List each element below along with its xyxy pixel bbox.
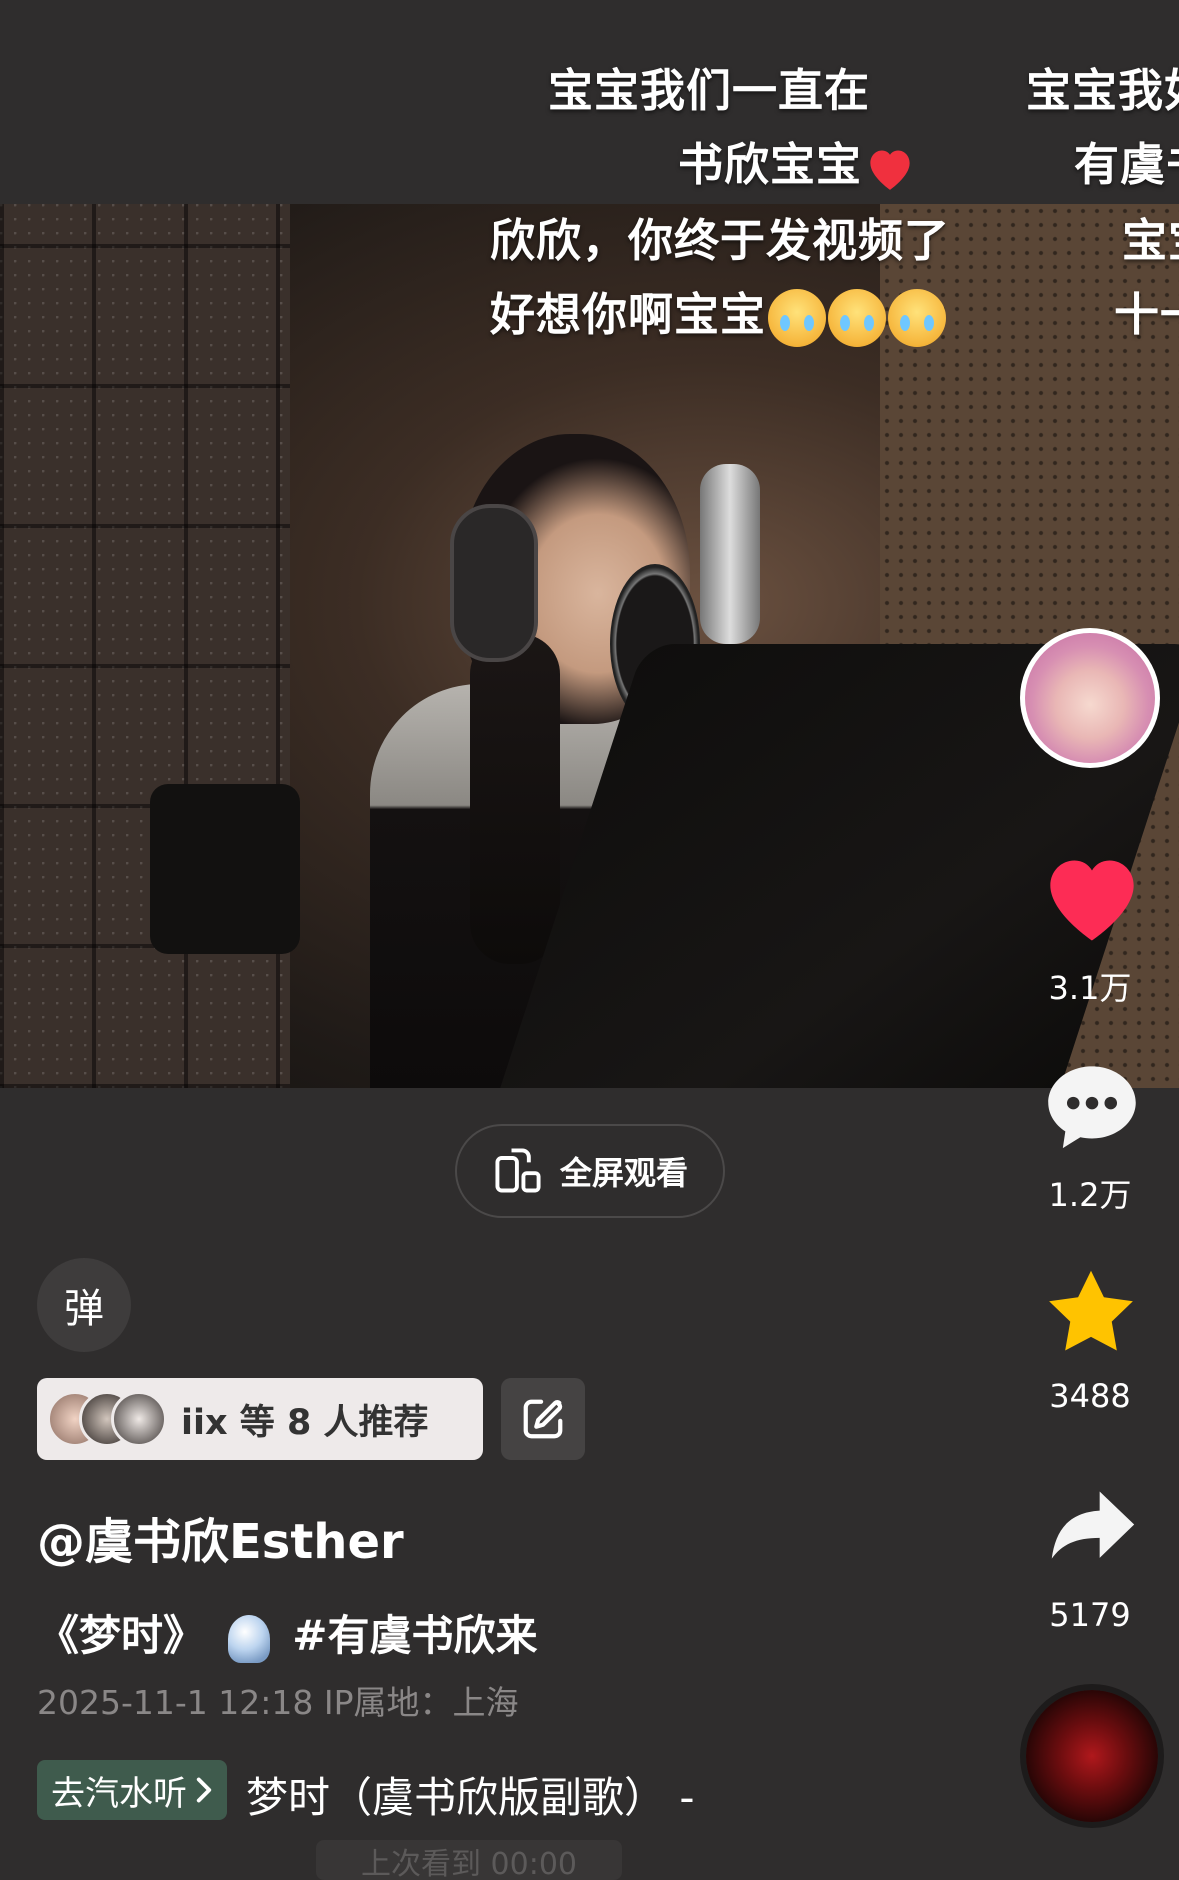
danmaku-toggle-label: 弹 (64, 1286, 104, 1332)
danmaku-comment: 十一 (1114, 288, 1179, 341)
like-heart-icon[interactable] (1042, 852, 1142, 944)
danmaku-comment: 好想你啊宝宝 (490, 278, 947, 347)
crying-emoji-icon (828, 289, 887, 347)
music-tag-label: 去汽水听 (51, 1773, 187, 1814)
recommender-avatars (47, 1391, 167, 1447)
danmaku-toggle-button[interactable]: 弹 (37, 1258, 131, 1352)
comment-icon[interactable] (1042, 1058, 1142, 1154)
edit-icon (523, 1399, 563, 1439)
author-name[interactable]: @虞书欣Esther (37, 1502, 404, 1572)
headphone (450, 504, 538, 662)
song-title[interactable]: 《梦时》 (37, 1611, 205, 1660)
danmaku-comment: 宝宝我如 (1026, 64, 1179, 117)
comment-count: 1.2万 (1048, 1176, 1132, 1214)
favorite-count: 3488 (1049, 1377, 1131, 1415)
heart-emoji-icon (870, 150, 910, 190)
singer-hair (470, 634, 560, 964)
favorite-star-icon[interactable] (1044, 1266, 1138, 1356)
danmaku-comment: 宝宝我们一直在 (548, 64, 871, 117)
avatar (1025, 633, 1155, 763)
music-disc[interactable] (1026, 1690, 1158, 1822)
music-title[interactable]: 梦时（虞书欣版副歌） - (246, 1764, 695, 1825)
fullscreen-button[interactable]: 全屏观看 (455, 1124, 725, 1218)
danmaku-text: 好想你啊宝宝 (490, 288, 767, 341)
microphone (700, 464, 760, 644)
post-meta: 2025-11-1 12:18 IP属地：上海 (37, 1683, 519, 1722)
danmaku-comment: 有虞书 (1074, 138, 1179, 191)
chair (150, 784, 300, 954)
edit-recommend-button[interactable] (501, 1378, 585, 1460)
recommend-text: iix 等 8 人推荐 (181, 1402, 429, 1443)
recommenders-pill[interactable]: iix 等 8 人推荐 (37, 1378, 483, 1460)
danmaku-text: 书欣宝宝 (678, 138, 863, 191)
resume-hint[interactable]: 上次看到 00:00 (316, 1840, 622, 1880)
creator-avatar[interactable] (1020, 628, 1160, 768)
crying-emoji-icon (768, 289, 827, 347)
danmaku-comment: 欣欣，你终于发视频了 (490, 214, 951, 267)
like-count: 3.1万 (1048, 969, 1132, 1007)
chevron-right-icon (196, 1777, 212, 1803)
share-icon[interactable] (1046, 1486, 1138, 1566)
rotate-screen-icon (495, 1148, 541, 1193)
hashtag-link[interactable]: #有虞书欣来 (292, 1611, 537, 1660)
danmaku-comment: 书欣宝宝 (678, 128, 918, 193)
open-music-app-button[interactable]: 去汽水听 (37, 1760, 227, 1820)
crying-emoji-icon (888, 289, 947, 347)
share-count: 5179 (1049, 1596, 1131, 1634)
acoustic-panel (0, 204, 290, 1088)
fullscreen-label: 全屏观看 (559, 1154, 688, 1192)
crystal-ball-icon (227, 1614, 270, 1663)
danmaku-comment: 宝宝 (1122, 214, 1179, 267)
video-caption: 《梦时》 #有虞书欣来 (37, 1602, 537, 1663)
avatar (111, 1391, 167, 1447)
